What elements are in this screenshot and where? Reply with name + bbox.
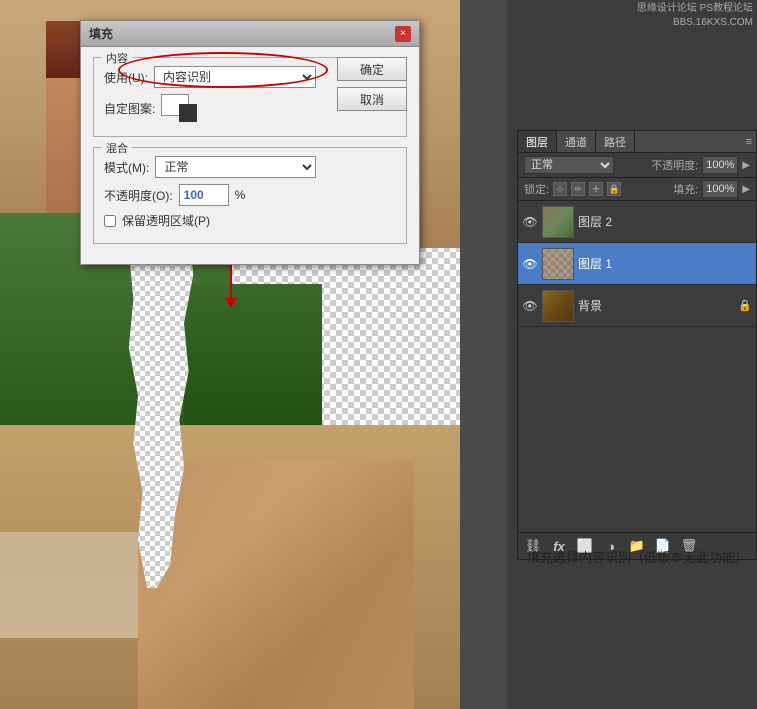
custom-pattern-label: 自定图案: — [104, 100, 155, 117]
fill-label: 填充: — [673, 181, 698, 197]
fill-dialog: 填充 × 内容 使用(U): 内容识别 自定图案: 混合 — [80, 20, 420, 265]
layer-thumb-1 — [542, 248, 574, 280]
opacity-row: 不透明度(O): 100 % — [104, 184, 316, 206]
lock-row: 锁定: ⊹ ✏ ✛ 🔒 填充: ▶ — [518, 178, 756, 201]
layer-lock-icon: 🔒 — [738, 299, 752, 313]
color-swatch-dark — [179, 104, 197, 122]
preserve-transparency-label: 保留透明区域(P) — [122, 212, 210, 229]
layer-thumb-2 — [542, 206, 574, 238]
cancel-button[interactable]: 取消 — [337, 87, 407, 111]
tab-paths[interactable]: 路径 — [596, 131, 635, 152]
opacity-dialog-label: 不透明度(O): — [104, 187, 173, 204]
layer-name-1: 图层 1 — [578, 255, 752, 272]
panel-arrow-right[interactable]: ▶ — [742, 160, 750, 171]
layer-thumb-bg — [542, 290, 574, 322]
layer-item-2[interactable]: 👁 图层 2 — [518, 201, 756, 243]
color-swatch-area[interactable] — [161, 94, 197, 122]
layer-item-bg[interactable]: 👁 背景 🔒 — [518, 285, 756, 327]
use-row: 使用(U): 内容识别 — [104, 66, 316, 88]
opacity-label: 不透明度: — [651, 157, 698, 173]
layer-name-2: 图层 2 — [578, 213, 752, 230]
lock-all-icon[interactable]: 🔒 — [607, 182, 621, 196]
annotation-text: 填充选择内容识别（低版本无此功能） — [527, 548, 747, 569]
annotation-content: 填充选择内容识别（低版本无此功能） — [527, 550, 748, 565]
opacity-input[interactable] — [702, 156, 738, 174]
watermark-line2: BBS.16KXS.COM — [637, 16, 753, 30]
panel-menu-button[interactable]: ≡ — [746, 136, 752, 148]
lock-move-icon[interactable]: ✛ — [589, 182, 603, 196]
preserve-transparency-row: 保留透明区域(P) — [104, 212, 316, 229]
layers-panel-header: 图层 通道 路径 ≡ — [518, 131, 756, 153]
content-section-label: 内容 — [102, 50, 132, 66]
dialog-close-button[interactable]: × — [395, 26, 411, 42]
layer-eye-bg[interactable]: 👁 — [522, 298, 538, 314]
blend-mode-select[interactable]: 正常 — [524, 156, 614, 174]
mode-label: 模式(M): — [104, 159, 149, 176]
custom-pattern-row: 自定图案: — [104, 94, 316, 122]
dialog-titlebar: 填充 × — [81, 21, 419, 47]
blend-section-label: 混合 — [102, 140, 132, 156]
layer-eye-2[interactable]: 👁 — [522, 214, 538, 230]
tab-channels[interactable]: 通道 — [557, 131, 596, 152]
layers-blend-controls: 正常 不透明度: ▶ — [518, 153, 756, 178]
dialog-buttons: 确定 取消 — [337, 57, 407, 111]
lock-position-icon[interactable]: ⊹ — [553, 182, 567, 196]
use-select[interactable]: 内容识别 — [154, 66, 316, 88]
mode-row: 模式(M): 正常 — [104, 156, 316, 178]
dialog-title: 填充 — [89, 25, 113, 42]
layers-panel: 图层 通道 路径 ≡ 正常 不透明度: ▶ 锁定: ⊹ ✏ ✛ 🔒 填充: ▶ … — [517, 130, 757, 560]
opacity-unit: % — [235, 188, 246, 202]
lock-pixels-icon[interactable]: ✏ — [571, 182, 585, 196]
dialog-body: 内容 使用(U): 内容识别 自定图案: 混合 模式(M): — [81, 47, 419, 264]
watermark-line1: 思缘设计论坛 PS教程论坛 — [637, 2, 753, 16]
ok-button[interactable]: 确定 — [337, 57, 407, 81]
preserve-transparency-checkbox[interactable] — [104, 215, 116, 227]
opacity-dialog-input[interactable]: 100 — [179, 184, 229, 206]
layer-item-1[interactable]: 👁 图层 1 — [518, 243, 756, 285]
fill-input[interactable] — [702, 180, 738, 198]
use-label: 使用(U): — [104, 69, 148, 86]
watermark: 思缘设计论坛 PS教程论坛 BBS.16KXS.COM — [637, 2, 753, 30]
layer-name-bg: 背景 — [578, 297, 734, 314]
fill-arrow[interactable]: ▶ — [742, 184, 750, 195]
tab-layers[interactable]: 图层 — [518, 131, 557, 152]
layer-list: 👁 图层 2 👁 图层 1 👁 背景 🔒 — [518, 201, 756, 327]
blend-section: 混合 模式(M): 正常 不透明度(O): 100 % 保留透明区域(P) — [93, 147, 407, 244]
lock-label: 锁定: — [524, 181, 549, 197]
layer-eye-1[interactable]: 👁 — [522, 256, 538, 272]
mode-select[interactable]: 正常 — [155, 156, 316, 178]
